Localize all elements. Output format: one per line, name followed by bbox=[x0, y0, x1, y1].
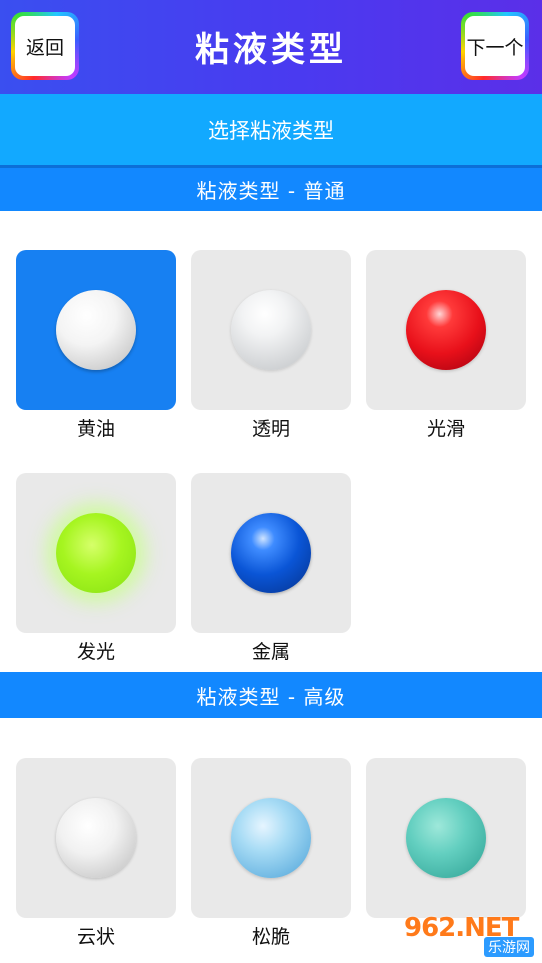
slime-ball-icon bbox=[231, 798, 311, 878]
next-button[interactable]: 下一个 bbox=[461, 12, 529, 80]
slime-ball-icon bbox=[56, 513, 136, 593]
slime-option-third[interactable] bbox=[366, 758, 526, 918]
slime-option-label: 云状 bbox=[76, 926, 115, 948]
slime-option-label: 透明 bbox=[251, 418, 290, 440]
slime-ball-icon bbox=[231, 290, 311, 370]
slime-option-metal[interactable] bbox=[191, 473, 351, 633]
slime-option-cloud[interactable] bbox=[16, 758, 176, 918]
slime-option-label: 发光 bbox=[76, 641, 115, 663]
slime-ball-icon bbox=[231, 513, 311, 593]
slime-option-label: 黄油 bbox=[76, 418, 115, 440]
slime-option-label: 松脆 bbox=[251, 926, 290, 948]
slime-ball-icon bbox=[406, 798, 486, 878]
watermark-logo: 962.NET 乐游网 bbox=[404, 913, 534, 957]
slime-option-clear[interactable] bbox=[191, 250, 351, 410]
next-button-label: 下一个 bbox=[465, 16, 525, 76]
subheader: 选择粘液类型 bbox=[0, 94, 542, 165]
slime-option-glow[interactable] bbox=[16, 473, 176, 633]
slime-ball-icon bbox=[406, 290, 486, 370]
watermark-subtext: 乐游网 bbox=[484, 937, 534, 957]
section-header-normal: 粘液类型 - 普通 bbox=[0, 165, 542, 211]
slime-ball-icon bbox=[56, 290, 136, 370]
slime-option-label: 光滑 bbox=[426, 418, 465, 440]
section-header-advanced: 粘液类型 - 高级 bbox=[0, 672, 542, 718]
slime-option-crunchy[interactable] bbox=[191, 758, 351, 918]
slime-ball-icon bbox=[56, 798, 136, 878]
slime-option-label: 金属 bbox=[251, 641, 290, 663]
top-bar: 返回 粘液类型 下一个 bbox=[0, 0, 542, 94]
slime-option-butter[interactable] bbox=[16, 250, 176, 410]
slime-option-smooth[interactable] bbox=[366, 250, 526, 410]
